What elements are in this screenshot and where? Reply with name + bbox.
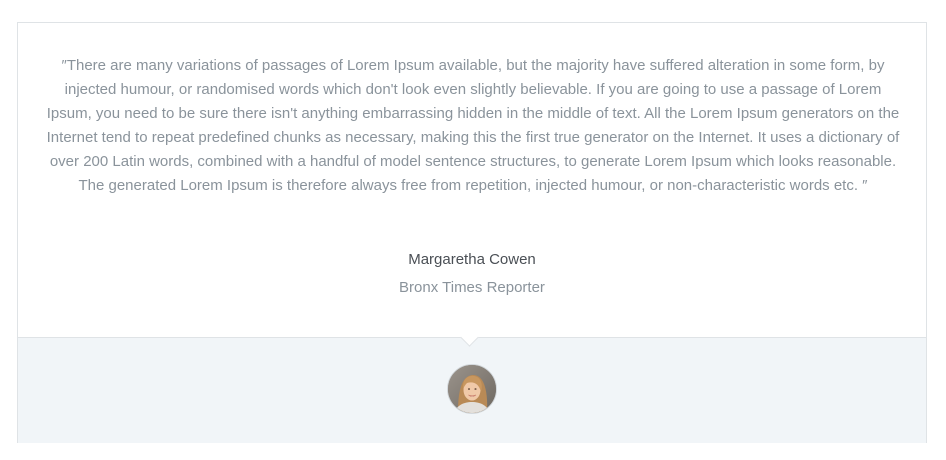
- author-name: Margaretha Cowen: [408, 251, 536, 268]
- testimonial-card: ″There are many variations of passages o…: [17, 22, 927, 443]
- testimonial-quote: ″There are many variations of passages o…: [46, 57, 900, 194]
- woman-portrait-icon: [448, 365, 496, 413]
- author-avatar: [447, 364, 497, 414]
- author-role: Bronx Times Reporter: [399, 279, 545, 296]
- testimonial-quote-area: ″There are many variations of passages o…: [18, 23, 926, 337]
